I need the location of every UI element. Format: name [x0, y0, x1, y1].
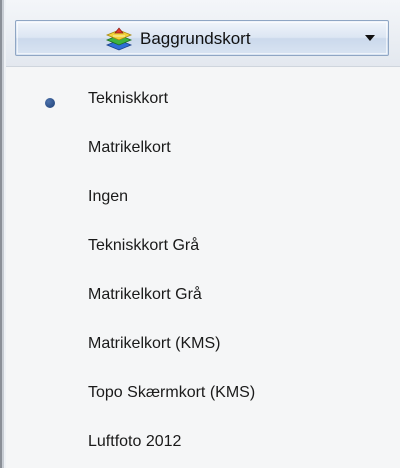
background-map-label: Baggrundskort — [140, 29, 251, 48]
menu-item-label: Topo Skærmkort (KMS) — [88, 384, 256, 401]
menu-item-label: Tekniskkort Grå — [88, 237, 200, 254]
menu-item-label: Luftfoto 2012 — [88, 433, 182, 450]
menu-item-ingen[interactable]: Ingen — [6, 174, 400, 224]
map-layers-icon — [104, 25, 134, 51]
background-map-button[interactable]: Baggrundskort — [15, 20, 389, 56]
menu-item-luftfoto-2012[interactable]: Luftfoto 2012 — [6, 419, 400, 469]
menu-item-label: Ingen — [88, 188, 129, 205]
map-window: Baggrundskort Tekniskkort Matrikelkort I… — [0, 0, 400, 468]
menu-item-matrikelkort-kms[interactable]: Matrikelkort (KMS) — [6, 321, 400, 371]
menu-item-label: Matrikelkort (KMS) — [88, 335, 221, 352]
menu-item-tekniskkort-graa[interactable]: Tekniskkort Grå — [6, 223, 400, 273]
background-map-menu: Tekniskkort Matrikelkort Ingen Tekniskko… — [6, 67, 400, 468]
menu-item-matrikelkort[interactable]: Matrikelkort — [6, 125, 400, 175]
menu-item-label: Matrikelkort Grå — [88, 286, 202, 303]
menu-item-label: Matrikelkort — [88, 139, 171, 156]
toolbar: Baggrundskort — [6, 0, 400, 67]
menu-item-matrikelkort-graa[interactable]: Matrikelkort Grå — [6, 272, 400, 322]
menu-item-topo-skaermkort-kms[interactable]: Topo Skærmkort (KMS) — [6, 370, 400, 420]
selected-radio-icon — [45, 98, 55, 108]
menu-item-label: Tekniskkort — [88, 90, 169, 107]
chevron-down-icon[interactable] — [365, 35, 375, 41]
menu-item-tekniskkort[interactable]: Tekniskkort — [6, 76, 400, 126]
